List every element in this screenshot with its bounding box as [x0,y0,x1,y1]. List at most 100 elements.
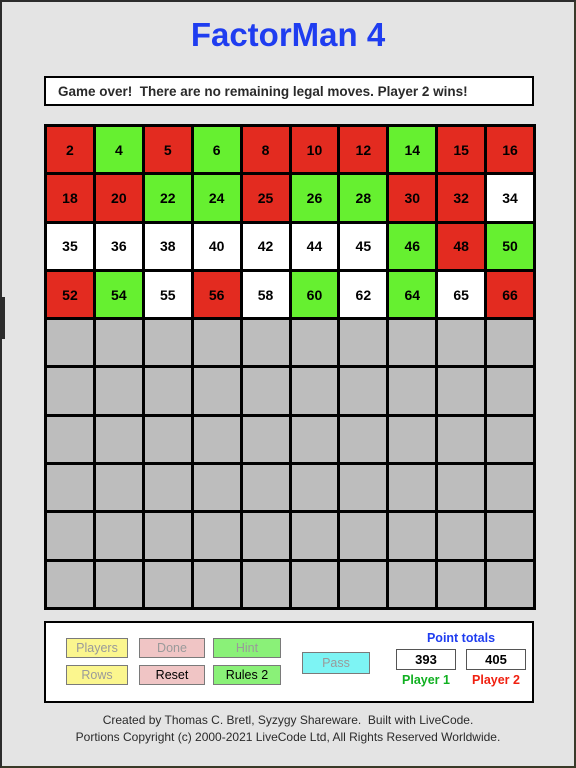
board-cell-empty [95,416,142,463]
player2-score-column: 405 Player 2 [466,649,526,687]
rows-button-label: Rows [81,668,113,682]
rules-button[interactable]: Rules 2 [213,665,281,685]
player1-label: Player 1 [402,673,450,687]
board-cell-empty [487,561,533,607]
board-cell[interactable]: 18 [47,175,93,221]
hint-button[interactable]: Hint [213,638,281,658]
board-cell[interactable]: 56 [193,271,240,318]
board-cell-empty [144,416,191,463]
board-cell[interactable]: 60 [291,271,338,318]
board-cell-empty [193,416,240,463]
player2-score-box: 405 [466,649,526,670]
board-cell-empty [438,320,485,366]
board-cell-empty [95,320,142,366]
board-cell[interactable]: 50 [487,223,533,269]
board-cell[interactable]: 48 [438,223,485,269]
board-cell-empty [487,368,533,414]
board-cell[interactable]: 5 [144,127,191,173]
board-cell[interactable]: 2 [47,127,93,173]
board-cell[interactable]: 28 [340,175,387,221]
board-cell-empty [242,416,289,463]
footer-line-2: Portions Copyright (c) 2000-2021 LiveCod… [75,730,501,744]
board-cell-empty [438,368,485,414]
board-cell[interactable]: 36 [95,223,142,269]
board-cell[interactable]: 52 [47,271,93,318]
board-cell-empty [47,513,93,559]
board-cell[interactable]: 12 [340,127,387,173]
board-cell-empty [487,320,533,366]
board-cell-empty [242,465,289,511]
status-message-bar: Game over! There are no remaining legal … [44,76,534,106]
rules-button-label: Rules 2 [225,668,269,682]
board-cell[interactable]: 26 [291,175,338,221]
board-cell[interactable]: 58 [242,271,289,318]
point-totals-heading: Point totals [426,631,496,645]
footer: Created by Thomas C. Bretl, Syzygy Share… [2,712,574,746]
board-cell-empty [291,465,338,511]
done-button-label: Done [157,641,187,655]
board-cell[interactable]: 4 [95,127,142,173]
board-cell-empty [242,368,289,414]
reset-button-label: Reset [155,668,189,682]
board-cell[interactable]: 35 [47,223,93,269]
board-cell-empty [144,320,191,366]
board-cell-empty [389,561,436,607]
window-edge-artifact [2,297,5,339]
player1-score-column: 393 Player 1 [396,649,456,687]
board-cell-empty [438,416,485,463]
board-cell[interactable]: 15 [438,127,485,173]
board-cell-empty [144,368,191,414]
board-cell[interactable]: 65 [438,271,485,318]
board-cell[interactable]: 66 [487,271,533,318]
rows-button[interactable]: Rows [66,665,128,685]
board-cell[interactable]: 20 [95,175,142,221]
board-cell[interactable]: 44 [291,223,338,269]
board-cell-empty [389,320,436,366]
board-cell[interactable]: 24 [193,175,240,221]
control-panel: Players Rows Done Reset Hint Rules 2 Pas… [44,621,534,703]
pass-button-label: Pass [322,656,350,670]
board-cell[interactable]: 38 [144,223,191,269]
board-cell-empty [291,368,338,414]
board-cell-empty [487,465,533,511]
game-board-grid[interactable]: 2 4 5 6 8 10 12 14 15 16 18 20 22 24 25 26 28 30 32 34 35 36 3… [44,124,536,610]
pass-button[interactable]: Pass [302,652,370,674]
board-cell[interactable]: 25 [242,175,289,221]
footer-line-1: Created by Thomas C. Bretl, Syzygy Share… [102,713,474,727]
players-button-label: Players [76,641,118,655]
players-button[interactable]: Players [66,638,128,658]
board-cell[interactable]: 62 [340,271,387,318]
board-cell-empty [144,465,191,511]
board-cell[interactable]: 10 [291,127,338,173]
board-cell[interactable]: 55 [144,271,191,318]
board-cell-empty [291,416,338,463]
done-button[interactable]: Done [139,638,205,658]
board-cell-empty [291,320,338,366]
board-cell[interactable]: 46 [389,223,436,269]
board-cell-empty [389,513,436,559]
board-cell[interactable]: 6 [193,127,240,173]
board-cell[interactable]: 30 [389,175,436,221]
board-cell-empty [95,368,142,414]
board-cell[interactable]: 45 [340,223,387,269]
board-cell[interactable]: 32 [438,175,485,221]
board-cell-empty [242,561,289,607]
board-cell[interactable]: 16 [487,127,533,173]
board-cell-empty [389,416,436,463]
board-cell-empty [47,465,93,511]
board-cell[interactable]: 22 [144,175,191,221]
board-cell-empty [340,368,387,414]
board-cell[interactable]: 54 [95,271,142,318]
board-cell-empty [47,320,93,366]
board-cell[interactable]: 40 [193,223,240,269]
board-cell[interactable]: 8 [242,127,289,173]
player2-label: Player 2 [472,673,520,687]
board-cell[interactable]: 34 [487,175,533,221]
board-cell-empty [389,465,436,511]
reset-button[interactable]: Reset [139,665,205,685]
board-cell-empty [144,561,191,607]
board-cell[interactable]: 42 [242,223,289,269]
board-cell[interactable]: 64 [389,271,436,318]
board-cell-empty [340,320,387,366]
board-cell[interactable]: 14 [389,127,436,173]
